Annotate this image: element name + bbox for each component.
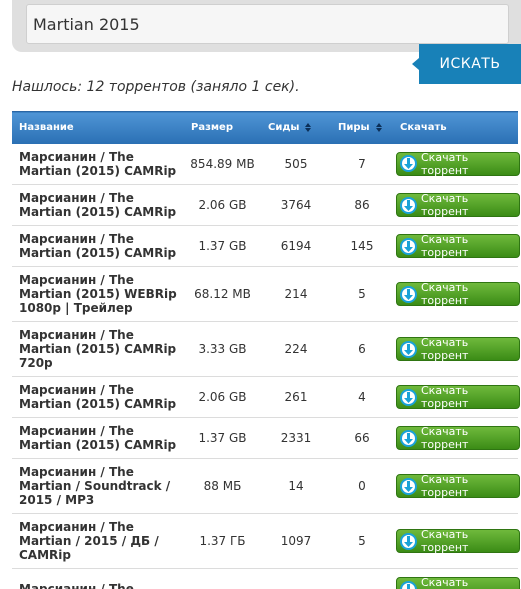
torrent-peers: [331, 568, 393, 589]
torrent-name[interactable]: Марсианин / The Martian (2015) CAMRip: [12, 225, 184, 267]
column-header-download: Скачать: [393, 111, 518, 144]
torrent-seeds: 3764: [261, 184, 331, 226]
download-button-label: Скачать торрент: [421, 576, 469, 589]
torrent-peers: 66: [331, 417, 393, 459]
download-torrent-button[interactable]: Скачать торрент: [396, 528, 520, 554]
table-header-row: Название Размер Сиды Пиры Скачать: [12, 111, 518, 144]
torrent-seeds: 224: [261, 321, 331, 377]
download-arrow-icon: [400, 196, 417, 214]
table-row: Марсианин / The Martian (2015) CAMRip 2.0…: [12, 184, 520, 226]
download-torrent-button[interactable]: Скачать торрент: [396, 150, 520, 177]
download-button-label: Скачать торрент: [421, 150, 469, 177]
torrent-peers: 5: [331, 513, 393, 569]
torrent-name[interactable]: Марсианин / The Martian (2015) CAMRip: [12, 376, 184, 418]
column-header-name[interactable]: Название: [12, 111, 184, 144]
torrent-peers: 145: [331, 225, 393, 267]
table-row: Марсианин / The Martian (2015) CAMRip 2.0…: [12, 376, 520, 418]
table-row: Марсианин / The Martian / Soundtrack / 2…: [12, 458, 520, 514]
torrent-name[interactable]: Марсианин / The Martian (2015) WEBRip 10…: [12, 266, 184, 322]
search-input[interactable]: [26, 4, 509, 44]
download-torrent-button[interactable]: Скачать торрент: [396, 576, 520, 589]
download-button-label: Скачать торрент: [421, 473, 469, 499]
download-torrent-button[interactable]: Скачать торрент: [396, 425, 520, 451]
download-button-label: Скачать торрент: [421, 233, 469, 259]
column-header-size[interactable]: Размер: [184, 111, 261, 144]
torrent-name[interactable]: Марсианин / The Martian (2015) CAMRip: [12, 417, 184, 459]
torrent-name[interactable]: Марсианин / The Martian / 2015 / ДБ / CA…: [12, 513, 184, 569]
torrent-seeds: 505: [261, 143, 331, 185]
torrent-name[interactable]: Марсианин / The Martian (2015) CAMRip: [12, 143, 184, 185]
table-row: Марсианин / The Martian (2015) CAMRip 854…: [12, 143, 520, 185]
torrent-size: 854.89 MB: [184, 143, 261, 185]
table-row: Марсианин / The Скачать торрент: [12, 568, 520, 589]
download-torrent-button[interactable]: Скачать торрент: [396, 281, 520, 307]
download-button-label: Скачать торрент: [421, 384, 469, 410]
torrent-name[interactable]: Марсианин / The: [12, 568, 184, 589]
table-row: Марсианин / The Martian (2015) CAMRip 72…: [12, 321, 520, 377]
torrent-peers: 7: [331, 143, 393, 185]
download-torrent-button[interactable]: Скачать торрент: [396, 192, 520, 218]
download-arrow-icon: [400, 237, 417, 255]
results-table: Название Размер Сиды Пиры Скачать Марсиа…: [12, 111, 520, 589]
download-button-label: Скачать торрент: [421, 425, 469, 451]
torrent-size: [184, 568, 261, 589]
torrent-size: 2.06 GB: [184, 184, 261, 226]
download-arrow-icon: [400, 340, 417, 358]
table-row: Марсианин / The Martian (2015) WEBRip 10…: [12, 266, 520, 322]
torrent-seeds: 1097: [261, 513, 331, 569]
download-torrent-button[interactable]: Скачать торрент: [396, 336, 520, 362]
torrent-peers: 6: [331, 321, 393, 377]
torrent-seeds: [261, 568, 331, 589]
torrent-name[interactable]: Марсианин / The Martian / Soundtrack / 2…: [12, 458, 184, 514]
download-arrow-icon: [400, 580, 417, 589]
torrent-size: 1.37 GB: [184, 417, 261, 459]
column-header-peers[interactable]: Пиры: [331, 111, 393, 144]
download-button-label: Скачать торрент: [421, 528, 469, 554]
download-button-label: Скачать торрент: [421, 281, 469, 307]
torrent-seeds: 2331: [261, 417, 331, 459]
torrent-peers: 4: [331, 376, 393, 418]
torrent-peers: 86: [331, 184, 393, 226]
torrent-seeds: 14: [261, 458, 331, 514]
download-arrow-icon: [400, 388, 417, 406]
table-row: Марсианин / The Martian (2015) CAMRip 1.3…: [12, 417, 520, 459]
download-button-label: Скачать торрент: [421, 336, 469, 362]
sort-arrows-icon: [305, 122, 312, 132]
download-arrow-icon: [400, 477, 417, 495]
torrent-name[interactable]: Марсианин / The Martian (2015) CAMRip 72…: [12, 321, 184, 377]
search-button[interactable]: ИСКАТЬ: [412, 44, 521, 84]
torrent-size: 68.12 MB: [184, 266, 261, 322]
table-row: Марсианин / The Martian (2015) CAMRip 1.3…: [12, 225, 520, 267]
torrent-name[interactable]: Марсианин / The Martian (2015) CAMRip: [12, 184, 184, 226]
sort-arrows-icon: [375, 122, 383, 132]
torrent-peers: 0: [331, 458, 393, 514]
torrent-size: 1.37 GB: [184, 225, 261, 267]
torrent-size: 88 МБ: [184, 458, 261, 514]
result-summary: Нашлось: 12 торрентов (заняло 1 сек).: [12, 79, 300, 95]
download-torrent-button[interactable]: Скачать торрент: [396, 233, 520, 259]
download-arrow-icon: [400, 532, 417, 550]
column-header-seeds[interactable]: Сиды: [261, 111, 331, 144]
download-torrent-button[interactable]: Скачать торрент: [396, 384, 520, 410]
download-arrow-icon: [400, 429, 417, 447]
download-arrow-icon: [400, 285, 417, 303]
download-arrow-icon: [400, 155, 417, 173]
torrent-seeds: 6194: [261, 225, 331, 267]
torrent-seeds: 261: [261, 376, 331, 418]
table-row: Марсианин / The Martian / 2015 / ДБ / CA…: [12, 513, 520, 569]
download-torrent-button[interactable]: Скачать торрент: [396, 473, 520, 499]
torrent-peers: 5: [331, 266, 393, 322]
torrent-size: 3.33 GB: [184, 321, 261, 377]
torrent-size: 1.37 ГБ: [184, 513, 261, 569]
torrent-size: 2.06 GB: [184, 376, 261, 418]
torrent-seeds: 214: [261, 266, 331, 322]
download-button-label: Скачать торрент: [421, 192, 469, 218]
